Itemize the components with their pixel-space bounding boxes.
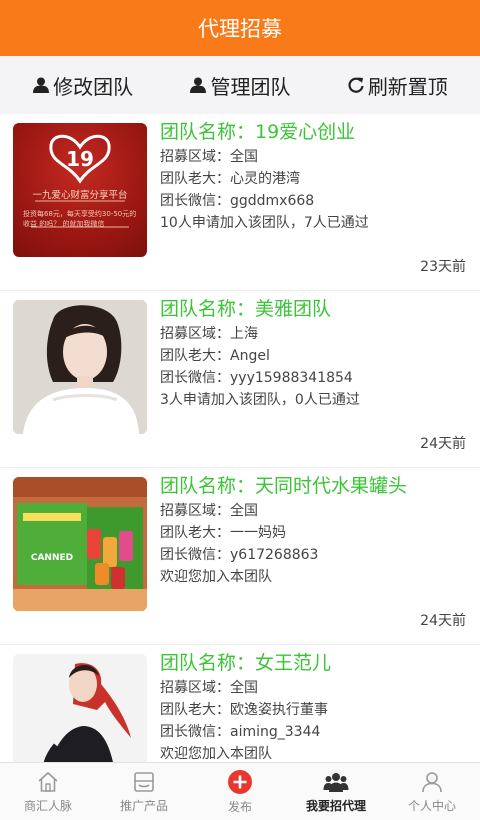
- tab-promote-products[interactable]: 推广产品: [96, 763, 192, 820]
- team-region: 招募区域：全国: [160, 503, 258, 519]
- team-boss: 团队老大：心灵的港湾: [160, 171, 300, 187]
- post-age: 24天前: [420, 613, 466, 629]
- team-name: 团队名称：天同时代水果罐头: [160, 475, 408, 497]
- team-card[interactable]: 团队名称：女王范儿 招募区域：全国 团队老大：欧逸姿执行董事 团长微信：aimi…: [0, 645, 480, 762]
- bottom-tab-bar: 商汇人脉 推广产品 发布 我要招代理 个人中心: [0, 762, 480, 820]
- tab-personal-label: 个人中心: [407, 798, 456, 813]
- tab-publish[interactable]: 发布: [192, 763, 288, 820]
- team-name: 团队名称：19爱心创业: [160, 121, 356, 143]
- team-info: 团队名称：天同时代水果罐头 招募区域：全国 团队老大：一一妈妈 团长微信：y61…: [160, 472, 472, 588]
- edit-team-label: 修改团队: [53, 74, 134, 99]
- team-thumbnail: [13, 654, 147, 762]
- page-title: 代理招募: [198, 17, 282, 41]
- thumb-small-text: 投资每68元，每天享受约30-50元的收益 的吗？ 的就加我微信: [23, 210, 137, 228]
- team-boss: 团队老大：Angel: [160, 348, 270, 364]
- team-thumbnail: CANNED: [13, 477, 147, 611]
- team-region: 招募区域：全国: [160, 149, 258, 165]
- team-status: 欢迎您加入本团队: [160, 569, 272, 585]
- thumb-box-text: CANNED: [30, 553, 74, 563]
- team-name: 团队名称：女王范儿: [160, 652, 332, 674]
- woman-portrait-image: [13, 300, 147, 434]
- team-wechat: 团长微信：ggddmx668: [160, 193, 315, 209]
- tab-promote-label: 推广产品: [119, 798, 168, 813]
- home-icon: [38, 771, 58, 792]
- team-wechat: 团长微信：y617268863: [160, 547, 319, 563]
- person-icon: [422, 771, 442, 792]
- team-status: 欢迎您加入本团队: [160, 746, 272, 762]
- manage-team-label: 管理团队: [210, 74, 291, 99]
- tab-network[interactable]: 商汇人脉: [0, 763, 96, 820]
- team-card[interactable]: 19 一九爱心财富分享平台 投资每68元，每天享受约30-50元的收益 的吗？ …: [0, 114, 480, 291]
- manage-team-button[interactable]: 管理团队: [189, 71, 290, 100]
- thumb-tagline: 一九爱心财富分享平台: [32, 190, 128, 201]
- thumb-logo-text: 19: [66, 147, 94, 171]
- team-status: 10人申请加入该团队，7人已通过: [160, 215, 369, 231]
- team-status: 3人申请加入该团队，0人已通过: [160, 392, 360, 408]
- canned-fruit-image: [13, 477, 147, 611]
- team-thumbnail: [13, 300, 147, 434]
- person-icon: [33, 77, 50, 93]
- team-toolbar: 修改团队 管理团队 刷新置顶: [0, 56, 480, 114]
- tab-personal-center[interactable]: 个人中心: [384, 763, 480, 820]
- woman-red-hair-image: [13, 654, 147, 762]
- team-boss: 团队老大：一一妈妈: [160, 525, 286, 541]
- team-info: 团队名称：19爱心创业 招募区域：全国 团队老大：心灵的港湾 团长微信：ggdd…: [160, 118, 472, 234]
- person-icon: [190, 77, 207, 93]
- tab-network-label: 商汇人脉: [23, 798, 72, 813]
- team-wechat: 团长微信：yyy15988341854: [160, 370, 353, 386]
- team-info: 团队名称：美雅团队 招募区域：上海 团队老大：Angel 团长微信：yyy159…: [160, 295, 472, 411]
- edit-team-button[interactable]: 修改团队: [32, 71, 133, 100]
- app-header: 代理招募: [0, 0, 480, 56]
- team-boss: 团队老大：欧逸姿执行董事: [160, 702, 328, 718]
- team-thumbnail: 19 一九爱心财富分享平台 投资每68元，每天享受约30-50元的收益 的吗？ …: [13, 123, 147, 257]
- post-age: 23天前: [420, 259, 466, 275]
- refresh-icon: [348, 77, 364, 93]
- team-card[interactable]: 团队名称：美雅团队 招募区域：上海 团队老大：Angel 团长微信：yyy159…: [0, 291, 480, 468]
- team-info: 团队名称：女王范儿 招募区域：全国 团队老大：欧逸姿执行董事 团长微信：aimi…: [160, 649, 472, 762]
- team-name: 团队名称：美雅团队: [160, 298, 332, 320]
- plus-icon: [228, 769, 252, 794]
- refresh-top-label: 刷新置顶: [367, 74, 448, 99]
- tab-recruit-agents[interactable]: 我要招代理: [288, 763, 384, 820]
- shop-icon: [134, 771, 154, 792]
- team-list: 19 一九爱心财富分享平台 投资每68元，每天享受约30-50元的收益 的吗？ …: [0, 114, 480, 762]
- tab-recruit-label: 我要招代理: [305, 798, 366, 813]
- team-region: 招募区域：全国: [160, 680, 258, 696]
- tab-publish-label: 发布: [227, 799, 252, 814]
- team-region: 招募区域：上海: [160, 326, 258, 342]
- post-age: 24天前: [420, 436, 466, 452]
- refresh-top-button[interactable]: 刷新置顶: [347, 71, 448, 100]
- team-card[interactable]: CANNED 团队名称：天同时代水果罐头 招募区域：全国 团队老大：一一妈妈 团…: [0, 468, 480, 645]
- team-wechat: 团长微信：aiming_3344: [160, 724, 321, 740]
- group-icon: [323, 772, 349, 792]
